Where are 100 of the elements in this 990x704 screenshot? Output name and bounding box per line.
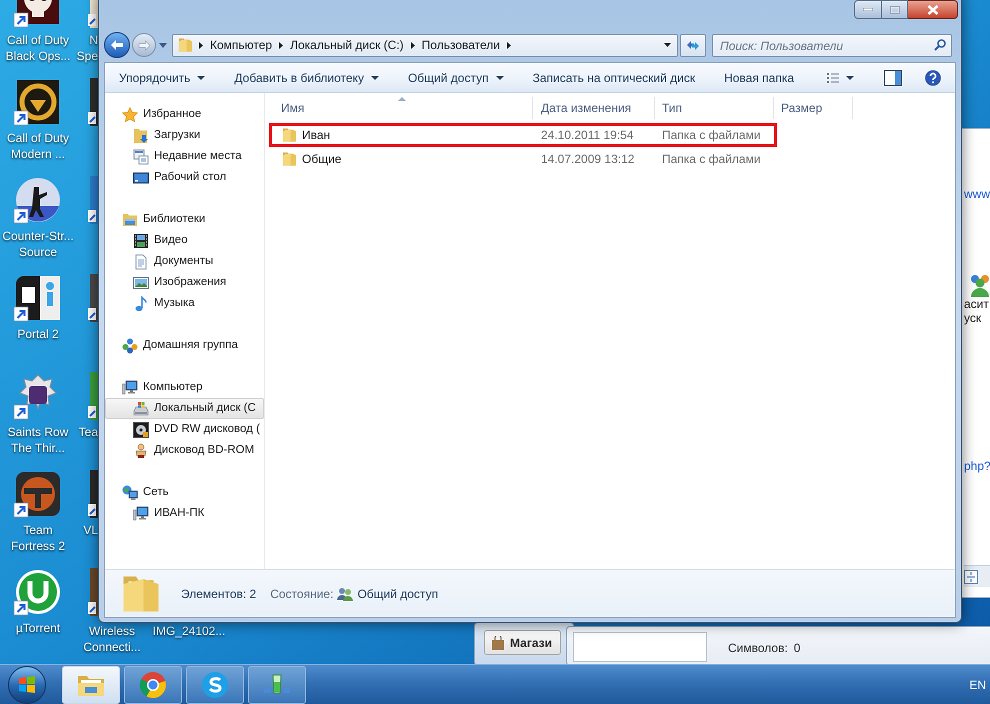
link[interactable]: php? (964, 459, 990, 473)
toolbar-button[interactable]: Новая папка (717, 66, 802, 90)
folder-name[interactable]: Иван (302, 126, 330, 144)
users-icon (337, 586, 354, 600)
caret-icon (370, 76, 379, 80)
film-strip-icon (133, 232, 149, 248)
nav-item[interactable]: Рабочий стол (105, 167, 264, 188)
language-indicator[interactable]: EN (969, 676, 986, 694)
nav-item[interactable]: Библиотеки (105, 209, 264, 230)
collapse-arrows-icon[interactable] (964, 570, 978, 584)
nav-item[interactable]: Локальный диск (C (105, 398, 264, 419)
column-header[interactable]: Тип (655, 97, 774, 119)
shortcut-label: Team Fortress 2 (10, 522, 65, 554)
folder-name[interactable]: Общие (302, 150, 342, 168)
nav-item[interactable]: Домашняя группа (105, 335, 264, 356)
counter-label: Символов: (728, 640, 788, 657)
program-shortcut-icon[interactable] (13, 470, 63, 518)
back-button[interactable] (104, 32, 130, 58)
breadcrumb-arrow-icon[interactable] (507, 42, 511, 48)
globe-computer-icon (122, 484, 138, 500)
taskbar-button[interactable] (124, 666, 182, 704)
nav-item[interactable]: ИВАН-ПК (105, 503, 264, 524)
taskbar-button[interactable] (62, 666, 120, 704)
modified-date: 24.10.2011 19:54 (541, 128, 634, 142)
state-value: Общий доступ (357, 586, 438, 602)
link[interactable]: www (964, 187, 990, 201)
close-button[interactable] (908, 0, 958, 19)
start-button[interactable] (8, 666, 46, 704)
minimize-button[interactable] (854, 0, 882, 19)
column-header[interactable]: Дата изменения (533, 97, 655, 119)
shortcut-label: Saints Row The Thir... (8, 424, 68, 456)
bag-icon (491, 636, 505, 650)
shop-button[interactable]: Магази (484, 630, 561, 655)
nav-item[interactable]: Недавние места (105, 146, 264, 167)
caret-icon (846, 76, 854, 80)
star-icon (122, 106, 138, 122)
toolbar-button[interactable]: Общий доступ (400, 66, 511, 90)
program-shortcut-icon[interactable] (88, 274, 98, 322)
maximize-button[interactable] (882, 0, 908, 19)
file-row[interactable]: Общие 14.07.2009 13:12 Папка с файлами (269, 147, 777, 171)
file-row[interactable]: Иван 24.10.2011 19:54 Папка с файлами (269, 123, 777, 147)
breadcrumb-item[interactable]: Локальный диск (C:) (289, 36, 405, 54)
pane-icon (884, 70, 902, 86)
optical-drive-icon (133, 422, 149, 438)
program-shortcut-icon[interactable] (88, 78, 98, 126)
desktop-screen-icon (133, 170, 149, 186)
state-label: Состояние: (270, 586, 334, 602)
modified-date: 14.07.2009 13:12 (541, 152, 634, 166)
figure-icon (133, 442, 149, 458)
nav-item[interactable]: Компьютер (105, 377, 264, 398)
picture-icon (133, 274, 149, 290)
shortcut-label: VL (82, 522, 98, 538)
shortcut-label: Call of Duty Black Ops... (6, 32, 70, 64)
address-bar[interactable]: Компьютер Локальный диск (C:) Пользователи (172, 34, 678, 56)
nav-item[interactable]: Дисковод BD-ROM (105, 440, 264, 461)
computer-icon (133, 506, 149, 522)
computer-icon (122, 380, 138, 396)
caret-icon (664, 43, 670, 47)
breadcrumb-arrow-icon[interactable] (410, 42, 415, 48)
breadcrumb-arrow-icon[interactable] (199, 42, 203, 48)
document-icon (133, 254, 149, 270)
toolbar-button[interactable]: Добавить в библиотеку (227, 66, 386, 90)
column-header[interactable]: Имя (271, 97, 533, 119)
program-shortcut-icon[interactable] (88, 372, 98, 420)
library-folder-icon (122, 212, 138, 228)
close-icon (926, 4, 938, 14)
toolbar-button[interactable]: Упорядочить (112, 66, 212, 90)
nav-item[interactable]: Избранное (105, 104, 264, 125)
item-type: Папка с файлами (662, 152, 761, 166)
users-icon (968, 273, 990, 297)
music-note-icon (133, 296, 149, 312)
column-header[interactable]: Размер (774, 97, 853, 119)
refresh-button[interactable] (680, 34, 706, 56)
breadcrumb-item[interactable]: Пользователи (420, 36, 501, 54)
item-count: Элементов: 2 (181, 586, 256, 602)
shortcut-label: N Spe (76, 32, 98, 64)
program-shortcut-icon[interactable] (88, 470, 98, 518)
breadcrumb-item[interactable]: Компьютер (209, 36, 274, 54)
nav-item[interactable]: Загрузки (105, 125, 264, 146)
arrow-left-icon (110, 39, 124, 51)
toolbar-button[interactable]: Записать на оптический диск (526, 66, 702, 90)
caret-icon (496, 76, 504, 80)
program-shortcut-icon[interactable] (13, 176, 63, 224)
circle-logo-icon (139, 670, 167, 698)
breadcrumb-arrow-icon[interactable] (279, 42, 284, 48)
nav-item[interactable]: Музыка (105, 293, 264, 314)
program-shortcut-icon[interactable] (88, 176, 98, 224)
shortcut-label: Wireless Connecti... (82, 623, 142, 655)
program-shortcut-icon[interactable] (88, 568, 98, 616)
nav-item[interactable]: Видео (105, 230, 264, 251)
program-shortcut-icon[interactable] (13, 274, 63, 322)
nav-item[interactable]: Сеть (105, 482, 264, 503)
nav-item[interactable]: DVD RW дисковод ( (105, 419, 264, 440)
input-field[interactable] (573, 632, 707, 662)
search-field[interactable]: Поиск: Пользователи (712, 34, 952, 57)
shortcut-label: Counter-Str... Source (2, 228, 74, 260)
nav-item[interactable]: Документы (105, 251, 264, 272)
taskbar-button[interactable] (186, 666, 244, 704)
nav-item[interactable]: Изображения (105, 272, 264, 293)
search-icon (934, 38, 946, 50)
